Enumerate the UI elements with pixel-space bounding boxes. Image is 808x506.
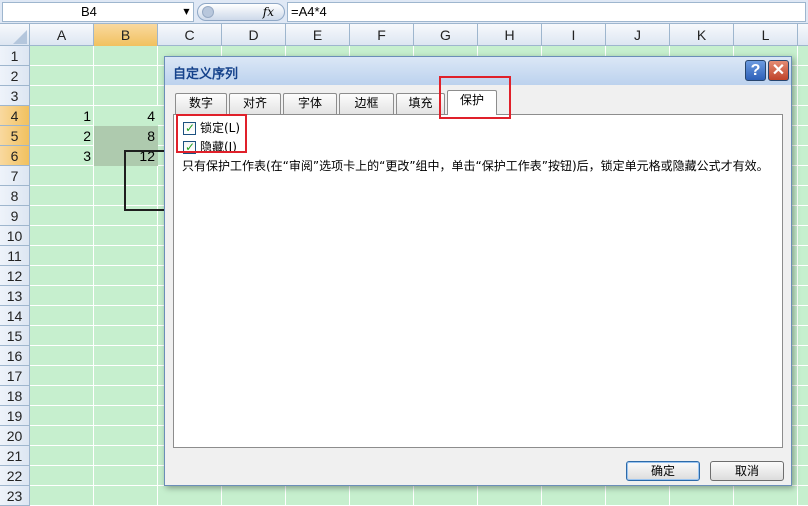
hidden-label[interactable]: 隐藏(I) xyxy=(200,138,237,156)
cell-a6[interactable]: 3 xyxy=(30,146,94,166)
formula-bar: B4 ▼ fx =A4*4 xyxy=(0,0,808,24)
cancel-button[interactable]: 取消 xyxy=(710,461,784,481)
row-header-17[interactable]: 17 xyxy=(0,366,30,386)
column-header-b[interactable]: B xyxy=(94,24,158,46)
checkmark-icon: ✓ xyxy=(185,140,196,154)
cell-b4[interactable]: 4 xyxy=(94,106,158,126)
row-header-19[interactable]: 19 xyxy=(0,406,30,426)
expand-handle-icon[interactable] xyxy=(202,6,214,18)
name-box[interactable]: B4 xyxy=(2,2,194,22)
row-header-9[interactable]: 9 xyxy=(0,206,30,226)
column-header-l[interactable]: L xyxy=(734,24,798,46)
row-header-2[interactable]: 2 xyxy=(0,66,30,86)
column-header-e[interactable]: E xyxy=(286,24,350,46)
cell-b5[interactable]: 8 xyxy=(94,126,158,146)
row-header-18[interactable]: 18 xyxy=(0,386,30,406)
tab-5[interactable]: 保护 xyxy=(447,90,497,115)
row-header-11[interactable]: 11 xyxy=(0,246,30,266)
row-header-12[interactable]: 12 xyxy=(0,266,30,286)
column-header-f[interactable]: F xyxy=(350,24,414,46)
column-header-j[interactable]: J xyxy=(606,24,670,46)
row-header-13[interactable]: 13 xyxy=(0,286,30,306)
row-header-16[interactable]: 16 xyxy=(0,346,30,366)
row-header-23[interactable]: 23 xyxy=(0,486,30,506)
row-header-3[interactable]: 3 xyxy=(0,86,30,106)
row-header-22[interactable]: 22 xyxy=(0,466,30,486)
help-button[interactable]: ? xyxy=(745,60,766,81)
protection-description: 只有保护工作表(在“审阅”选项卡上的“更改”组中，单击“保护工作表”按钮)后，锁… xyxy=(182,159,769,173)
close-button[interactable]: ✕ xyxy=(768,60,789,81)
tab-3[interactable]: 边框 xyxy=(339,93,394,114)
cell-a4[interactable]: 1 xyxy=(30,106,94,126)
cell-a5[interactable]: 2 xyxy=(30,126,94,146)
column-header-d[interactable]: D xyxy=(222,24,286,46)
column-header-h[interactable]: H xyxy=(478,24,542,46)
formula-input[interactable]: =A4*4 xyxy=(287,2,806,22)
column-header-g[interactable]: G xyxy=(414,24,478,46)
row-header-1[interactable]: 1 xyxy=(0,46,30,66)
row-header-10[interactable]: 10 xyxy=(0,226,30,246)
column-header-a[interactable]: A xyxy=(30,24,94,46)
locked-checkbox[interactable]: ✓ xyxy=(183,121,196,135)
row-header-8[interactable]: 8 xyxy=(0,186,30,206)
row-header-5[interactable]: 5 xyxy=(0,126,30,146)
column-header-i[interactable]: I xyxy=(542,24,606,46)
select-all-button[interactable] xyxy=(0,24,30,46)
row-header-14[interactable]: 14 xyxy=(0,306,30,326)
dialog-title: 自定义序列 xyxy=(173,67,239,82)
ok-button[interactable]: 确定 xyxy=(626,461,700,481)
row-header-20[interactable]: 20 xyxy=(0,426,30,446)
locked-label[interactable]: 锁定(L) xyxy=(200,119,240,137)
select-all-triangle-icon xyxy=(13,30,27,44)
chevron-down-icon[interactable]: ▼ xyxy=(180,3,193,21)
row-header-7[interactable]: 7 xyxy=(0,166,30,186)
row-header-6[interactable]: 6 xyxy=(0,146,30,166)
row-header-21[interactable]: 21 xyxy=(0,446,30,466)
tab-1[interactable]: 对齐 xyxy=(229,93,281,114)
checkmark-icon: ✓ xyxy=(185,121,196,135)
row-header-15[interactable]: 15 xyxy=(0,326,30,346)
hidden-checkbox[interactable]: ✓ xyxy=(183,140,196,154)
column-header-k[interactable]: K xyxy=(670,24,734,46)
column-header-bar: ABCDEFGHIJKL xyxy=(0,24,808,46)
tab-0[interactable]: 数字 xyxy=(175,93,227,114)
insert-function-icon[interactable]: fx xyxy=(263,4,274,20)
row-header-4[interactable]: 4 xyxy=(0,106,30,126)
column-header-c[interactable]: C xyxy=(158,24,222,46)
format-cells-dialog: 自定义序列 ? ✕ 数字 对齐 字体 边框 填充 保护 ✓ 锁定(L) ✓ 隐藏(I) 只… xyxy=(164,56,792,486)
tab-4[interactable]: 填充 xyxy=(396,93,445,114)
dialog-titlebar[interactable]: 自定义序列 ? ✕ xyxy=(165,57,791,85)
protection-tab-panel: ✓ 锁定(L) ✓ 隐藏(I) 只有保护工作表(在“审阅”选项卡上的“更改”组中… xyxy=(173,114,783,448)
tab-2[interactable]: 字体 xyxy=(283,93,337,114)
formula-toolbar-pill: fx xyxy=(197,3,285,21)
